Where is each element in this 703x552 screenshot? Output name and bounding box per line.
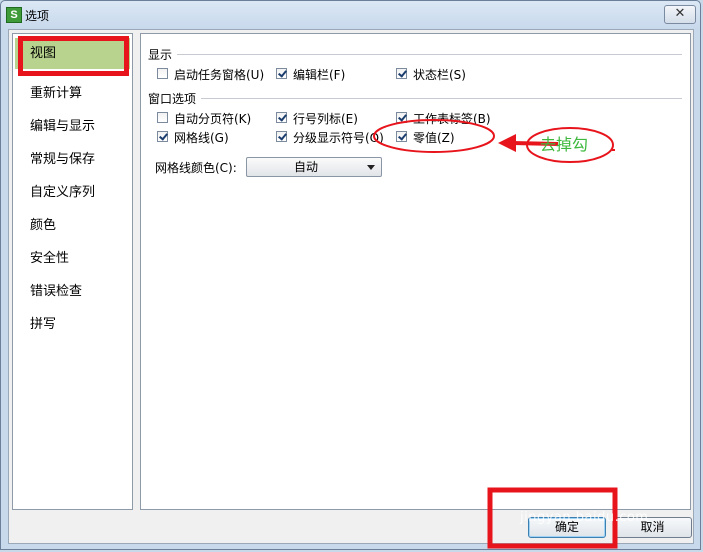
sidebar-item-error-checking[interactable]: 错误检查 [15,276,130,307]
close-button[interactable]: ✕ [664,5,696,24]
gridline-color-label: 网格线颜色(C): [155,161,237,175]
formula-bar-label: 编辑栏(F) [293,68,346,82]
window-options-section-title: 窗口选项 [148,92,197,106]
dropdown-arrow-icon [367,165,375,170]
sidebar-item-general-save[interactable]: 常规与保存 [15,144,130,175]
row-col-headers-label: 行号列标(E) [293,112,358,126]
outline-symbols-checkbox[interactable] [276,131,287,142]
startup-taskpane-checkbox[interactable] [157,68,168,79]
window-options-divider [201,98,682,99]
gridline-color-select[interactable]: 自动 [246,157,382,177]
row-col-headers-checkbox[interactable] [276,112,287,123]
page-breaks-checkbox[interactable] [157,112,168,123]
cancel-button[interactable]: 取消 [613,517,692,538]
gridlines-label: 网格线(G) [174,131,229,145]
display-section-divider [177,54,682,55]
sheet-tabs-label: 工作表标签(B) [413,112,491,126]
title-bar[interactable]: S 选项 ✕ [1,1,702,29]
view-options-panel: 显示 启动任务窗格(U) 编辑栏(F) 状态栏(S) 窗口选项 自动分页符(K)… [140,33,691,510]
outline-symbols-label: 分级显示符号(O) [293,131,384,145]
sidebar-item-spelling[interactable]: 拼写 [15,309,130,340]
gridline-color-value: 自动 [293,160,318,174]
sidebar-item-view[interactable]: 视图 [15,38,130,69]
gridlines-checkbox[interactable] [157,131,168,142]
zero-values-checkbox[interactable] [396,131,407,142]
formula-bar-checkbox[interactable] [276,68,287,79]
sidebar-item-custom-lists[interactable]: 自定义序列 [15,177,130,208]
options-category-list: 视图 重新计算 编辑与显示 常规与保存 自定义序列 颜色 安全性 错误检查 拼写 [12,33,133,510]
ok-button[interactable]: 确定 [528,517,606,538]
status-bar-checkbox[interactable] [396,68,407,79]
dialog-client-area: 视图 重新计算 编辑与显示 常规与保存 自定义序列 颜色 安全性 错误检查 拼写… [8,29,694,544]
sidebar-item-edit-display[interactable]: 编辑与显示 [15,111,130,142]
dialog-title: 选项 [25,9,50,23]
display-section-title: 显示 [148,48,173,62]
sidebar-item-recalculate[interactable]: 重新计算 [15,78,130,109]
sheet-tabs-checkbox[interactable] [396,112,407,123]
sidebar-item-security[interactable]: 安全性 [15,243,130,274]
wps-app-icon: S [6,7,22,23]
status-bar-label: 状态栏(S) [413,68,466,82]
page-breaks-label: 自动分页符(K) [174,112,252,126]
startup-taskpane-label: 启动任务窗格(U) [174,68,265,82]
zero-values-label: 零值(Z) [413,131,455,145]
sidebar-item-color[interactable]: 颜色 [15,210,130,241]
options-dialog: S 选项 ✕ 视图 重新计算 编辑与显示 常规与保存 自定义序列 颜色 安全性 … [0,0,701,550]
